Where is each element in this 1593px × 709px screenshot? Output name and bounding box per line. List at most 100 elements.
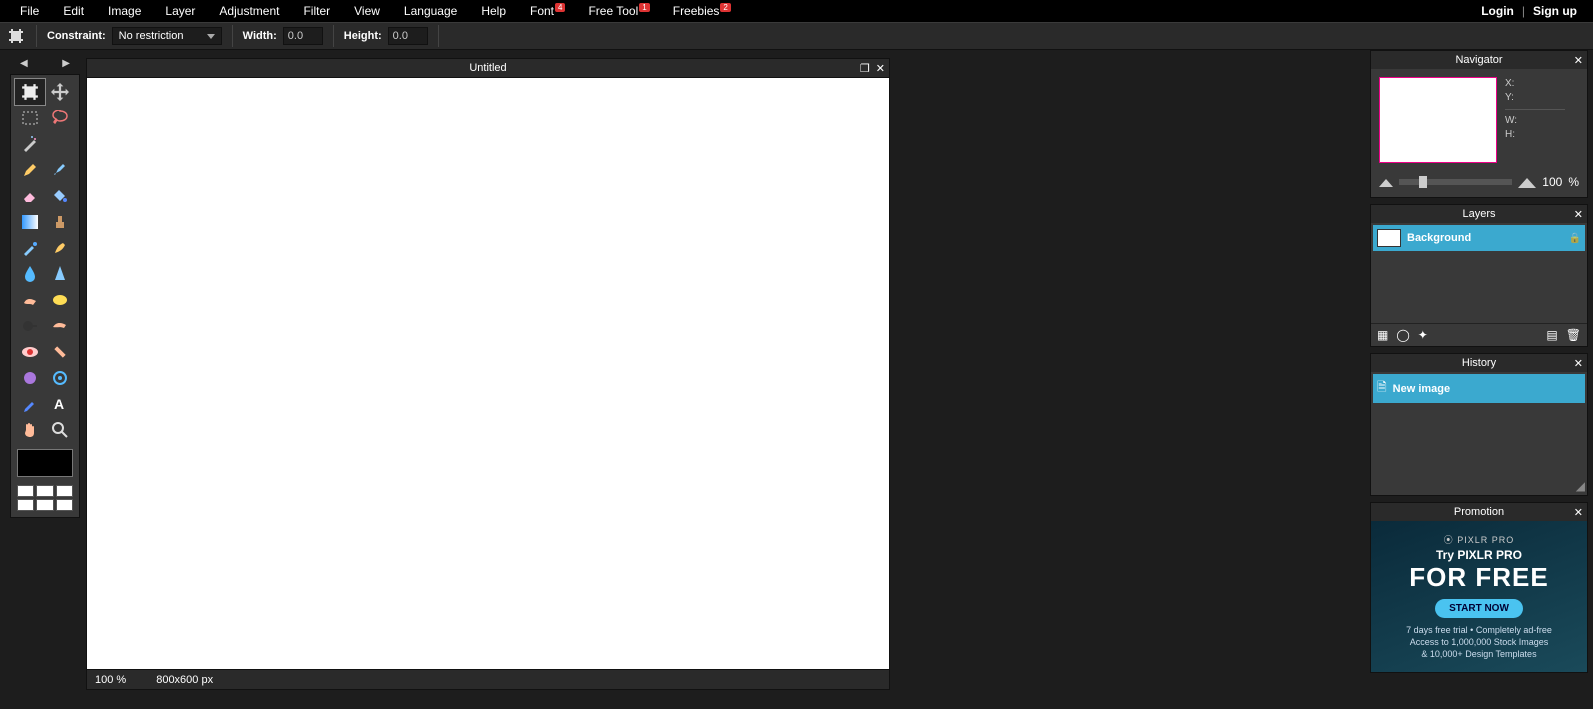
pencil-tool[interactable] [15,157,45,183]
menu-file[interactable]: File [8,0,51,22]
marquee-tool[interactable] [15,105,45,131]
menu-edit[interactable]: Edit [51,0,96,22]
toolbox-prev-icon[interactable]: ◀ [20,58,28,69]
drawing-tool[interactable] [45,235,75,261]
sharpen-tool[interactable] [45,261,75,287]
history-panel: History ✕ 🗎 New image ◢ [1370,353,1588,496]
navigator-header[interactable]: Navigator ✕ [1371,51,1587,69]
burn-tool[interactable] [45,313,75,339]
toolbox: A [10,74,80,518]
color-replace-tool[interactable] [15,235,45,261]
layer-name: Background [1407,232,1563,244]
sponge-tool[interactable] [45,287,75,313]
width-label: Width: [243,30,277,42]
menu-freebies[interactable]: Freebies2 [661,0,742,22]
delete-layer-icon[interactable]: 🗑 [1566,328,1581,342]
move-tool[interactable] [45,79,75,105]
dodge-tool[interactable] [15,313,45,339]
layers-panel: Layers ✕ Background 🔒 ▦ ◯ ✦ ▤ 🗑 [1370,204,1588,347]
eyedropper-tool[interactable] [15,391,45,417]
layers-header[interactable]: Layers ✕ [1371,205,1587,223]
zoom-in-icon[interactable] [1518,176,1536,188]
layer-mask-icon[interactable]: ◯ [1396,328,1409,342]
promo-sub1: 7 days free trial • Completely ad-free [1379,624,1579,636]
active-tool-icon [6,26,26,46]
color-palette[interactable] [15,483,75,513]
navigator-thumbnail[interactable] [1379,77,1497,163]
layer-row[interactable]: Background 🔒 [1373,225,1585,251]
layer-settings-icon[interactable]: ▤ [1546,328,1557,342]
menu-filter[interactable]: Filter [291,0,342,22]
new-layer-icon[interactable]: ▦ [1377,328,1388,342]
promo-sub2: Access to 1,000,000 Stock Images [1379,636,1579,648]
toolbox-arrows: ◀ ▶ [10,58,80,69]
menu-adjustment[interactable]: Adjustment [207,0,291,22]
close-icon[interactable]: ✕ [876,62,885,75]
signup-link[interactable]: Sign up [1525,0,1585,22]
menu-font[interactable]: Font4 [518,0,576,22]
type-tool[interactable]: A [45,391,75,417]
lock-icon[interactable]: 🔒 [1569,233,1581,244]
start-now-button[interactable]: START NOW [1435,599,1523,618]
pinch-tool[interactable] [45,365,75,391]
promotion-body[interactable]: ⦿ PIXLR PRO Try PIXLR PRO FOR FREE START… [1371,521,1587,672]
eraser-tool[interactable] [15,183,45,209]
menu-layer[interactable]: Layer [153,0,207,22]
redeye-tool[interactable] [15,339,45,365]
clone-tool[interactable] [45,209,75,235]
zoom-out-icon[interactable] [1379,177,1393,187]
close-icon[interactable]: ✕ [1574,54,1583,67]
toolbox-next-icon[interactable]: ▶ [62,58,70,69]
lasso-tool[interactable] [45,105,75,131]
width-input[interactable]: 0.0 [283,27,323,45]
resize-handle-icon[interactable]: ◢ [1576,479,1585,493]
promo-logo: ⦿ PIXLR PRO [1379,533,1579,546]
menu-image[interactable]: Image [96,0,153,22]
close-icon[interactable]: ✕ [1574,357,1583,370]
zoom-slider[interactable] [1399,179,1512,185]
menu-free-tool[interactable]: Free Tool1 [576,0,660,22]
zoom-value: 100 [95,674,113,686]
foreground-color-swatch[interactable] [17,449,73,477]
bucket-tool[interactable] [45,183,75,209]
history-header[interactable]: History ✕ [1371,354,1587,372]
badge: 4 [555,3,565,12]
maximize-icon[interactable]: ❐ [860,62,870,75]
history-label: New image [1393,383,1450,395]
close-icon[interactable]: ✕ [1574,506,1583,519]
layer-thumbnail [1377,229,1401,247]
canvas-statusbar: 100 % 800x600 px [86,670,890,690]
wand-tool[interactable] [15,131,45,157]
empty-tool [45,131,75,157]
history-row[interactable]: 🗎 New image [1373,374,1585,403]
canvas-titlebar[interactable]: Untitled ❐ ✕ [86,58,890,78]
zoom-tool[interactable] [45,417,75,443]
navigator-info: X: Y: W: H: [1505,77,1565,163]
brush-tool[interactable] [45,157,75,183]
login-link[interactable]: Login [1473,0,1522,22]
blur-tool[interactable] [15,261,45,287]
new-image-icon: 🗎 [1377,378,1387,399]
promo-line2: FOR FREE [1379,562,1579,593]
spot-heal-tool[interactable] [45,339,75,365]
chevron-down-icon [207,34,215,39]
height-input[interactable]: 0.0 [388,27,428,45]
canvas[interactable] [86,78,890,670]
menu-bar: File Edit Image Layer Adjustment Filter … [0,0,1593,22]
menu-help[interactable]: Help [469,0,518,22]
canvas-window: Untitled ❐ ✕ 100 % 800x600 px [86,58,890,690]
smudge-tool[interactable] [15,287,45,313]
layer-fx-icon[interactable]: ✦ [1418,328,1428,342]
hand-tool[interactable] [15,417,45,443]
canvas-title: Untitled [469,62,506,74]
menu-language[interactable]: Language [392,0,469,22]
bloat-tool[interactable] [15,365,45,391]
height-label: Height: [344,30,382,42]
svg-text:A: A [54,397,64,411]
close-icon[interactable]: ✕ [1574,208,1583,221]
gradient-tool[interactable] [15,209,45,235]
navigator-panel: Navigator ✕ X: Y: W: H: 100 % [1370,50,1588,198]
crop-tool[interactable] [15,79,45,105]
constraint-select[interactable]: No restriction [112,27,222,45]
menu-view[interactable]: View [342,0,392,22]
